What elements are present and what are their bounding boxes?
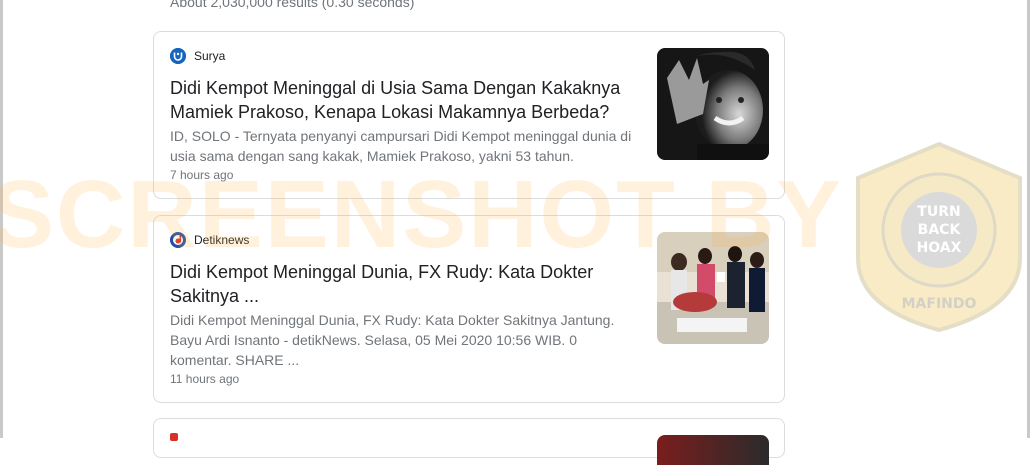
source-name: Surya	[194, 49, 226, 63]
source-name: Detiknews	[194, 233, 250, 247]
news-source: Surya	[170, 48, 225, 64]
news-thumbnail[interactable]	[657, 435, 769, 465]
news-thumbnail[interactable]	[657, 232, 769, 344]
news-thumbnail[interactable]	[657, 48, 769, 160]
news-timestamp: 11 hours ago	[170, 372, 240, 386]
news-title-link[interactable]: Didi Kempot Meninggal Dunia, FX Rudy: Ka…	[170, 260, 640, 308]
news-result-card[interactable]: Detiknews Didi Kempot Meninggal Dunia, F…	[153, 215, 785, 403]
svg-text:TURN: TURN	[917, 204, 960, 220]
window-border-left	[0, 0, 3, 438]
surya-favicon-icon	[170, 48, 186, 64]
news-source: Detiknews	[170, 232, 249, 248]
news-snippet: Didi Kempot Meninggal Dunia, FX Rudy: Ka…	[170, 312, 615, 368]
mafindo-seal-icon: TURN BACK HOAX MAFINDO	[856, 141, 1022, 333]
detik-favicon-icon	[170, 232, 186, 248]
news-title-link[interactable]: Didi Kempot Meninggal di Usia Sama Denga…	[170, 76, 640, 124]
news-result-card[interactable]	[153, 418, 785, 465]
news-snippet: ID, SOLO - Ternyata penyanyi campursari …	[170, 128, 632, 164]
news-timestamp: 7 hours ago	[170, 168, 234, 182]
svg-text:HOAX: HOAX	[917, 240, 962, 256]
svg-text:BACK: BACK	[918, 222, 962, 238]
news-favicon-icon	[170, 433, 178, 441]
news-result-card[interactable]: Surya Didi Kempot Meninggal di Usia Sama…	[153, 31, 785, 199]
results-stats: About 2,030,000 results (0.30 seconds)	[170, 0, 415, 10]
svg-text:MAFINDO: MAFINDO	[902, 296, 977, 312]
